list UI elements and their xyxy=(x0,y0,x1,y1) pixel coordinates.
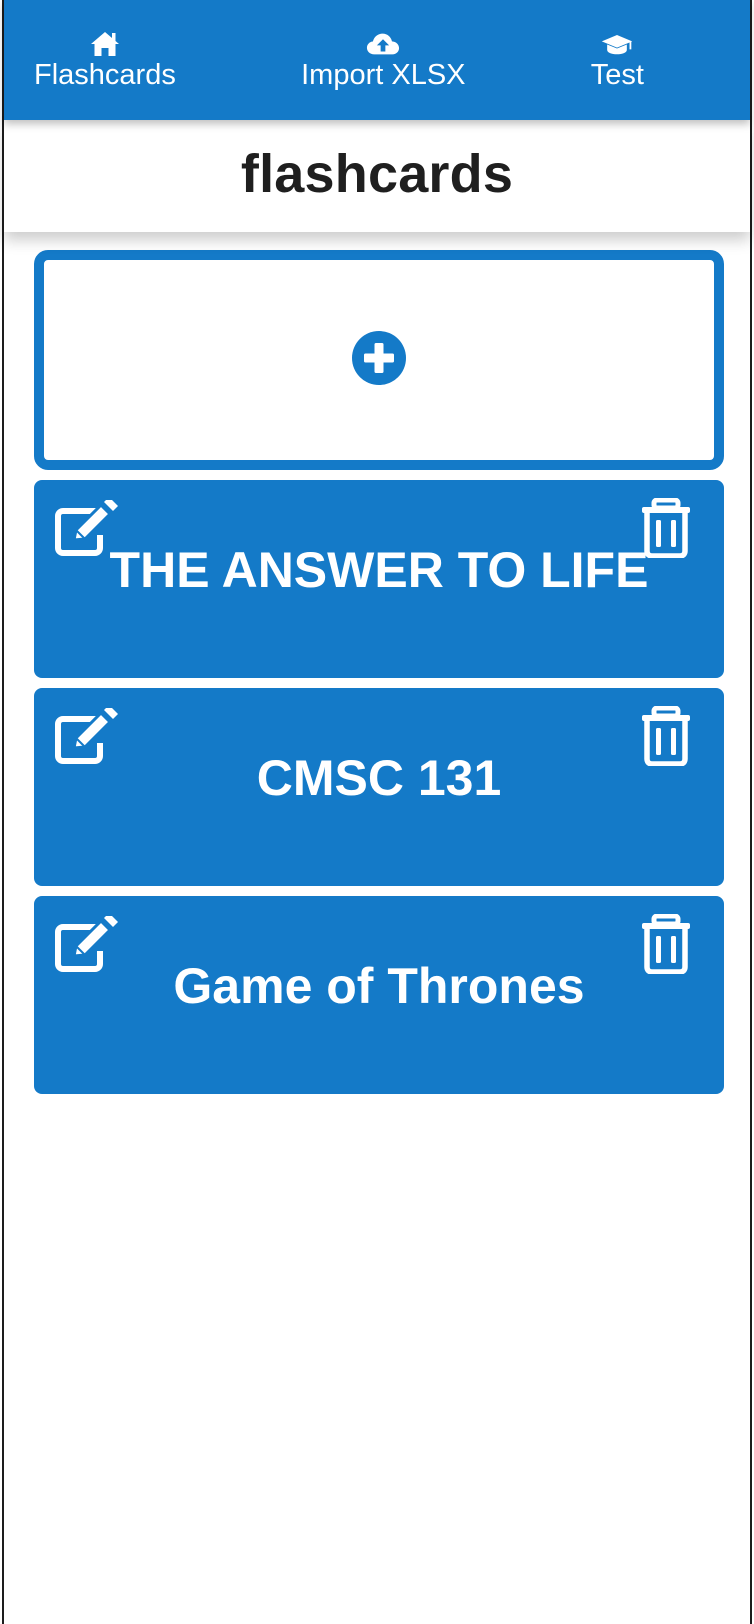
deck-title: THE ANSWER TO LIFE xyxy=(109,542,649,598)
nav-label-flashcards: Flashcards xyxy=(34,59,176,91)
nav-test[interactable]: Test xyxy=(591,30,644,90)
deck-card[interactable]: CMSC 131 xyxy=(34,688,724,886)
deck-title: Game of Thrones xyxy=(173,958,585,1014)
home-icon xyxy=(88,30,122,58)
deck-list: THE ANSWER TO LIFE CMSC 131 Game of Thro… xyxy=(34,250,724,1094)
deck-card[interactable]: THE ANSWER TO LIFE xyxy=(34,480,724,678)
nav-label-import-xlsx: Import XLSX xyxy=(301,59,466,91)
cloud-upload-icon xyxy=(366,30,400,58)
deck-title: CMSC 131 xyxy=(256,750,502,806)
nav-import-xlsx[interactable]: Import XLSX xyxy=(301,30,466,91)
trash-icon[interactable] xyxy=(640,497,692,559)
nav-label-test: Test xyxy=(590,59,644,91)
plus-circle-icon xyxy=(351,330,407,391)
trash-icon[interactable] xyxy=(640,913,692,975)
top-nav: Flashcards Import XLSX Test xyxy=(4,0,750,120)
nav-flashcards[interactable]: Flashcards xyxy=(34,30,176,90)
page-title: flashcards xyxy=(240,144,514,204)
app-frame: Flashcards Import XLSX Test flashcards T… xyxy=(2,0,752,1624)
graduation-cap-icon xyxy=(600,30,634,58)
deck-card[interactable]: Game of Thrones xyxy=(34,896,724,1094)
trash-icon[interactable] xyxy=(640,705,692,767)
add-deck-button[interactable] xyxy=(34,250,724,470)
page-header: flashcards xyxy=(4,120,750,232)
